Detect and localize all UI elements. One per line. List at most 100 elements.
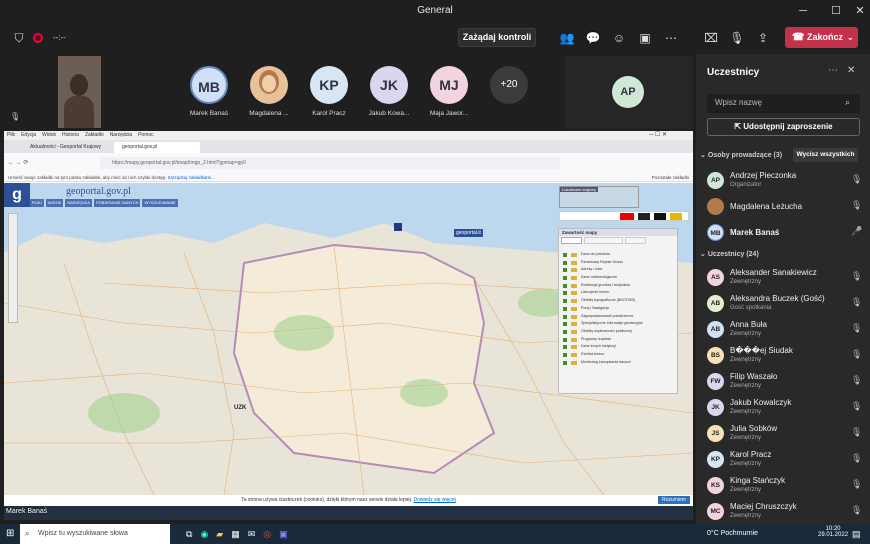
self-video <box>58 56 101 128</box>
overflow-count[interactable]: +20 <box>490 66 528 104</box>
layer-item[interactable]: Ewidencja gruntów i budynków <box>559 282 677 290</box>
chrome-icon[interactable]: ◎ <box>263 529 271 540</box>
bookmark-other[interactable]: Pozostałe zakładki <box>652 175 689 180</box>
participant-row[interactable]: MB Marek Banaś 🎤 <box>706 220 866 246</box>
site-menu-item[interactable]: PLIKI <box>30 199 44 207</box>
share-tray-icon[interactable]: ⇪ <box>754 30 772 46</box>
camera-off-icon[interactable]: ⌧ <box>702 30 720 46</box>
tile-2[interactable]: KP <box>310 66 348 104</box>
attendees-header[interactable]: ⌄ Uczestnicy (24) <box>700 250 759 258</box>
leave-button[interactable]: ☎ Zakończ ⌄ <box>785 27 858 48</box>
mic-off-icon[interactable]: 🎙 <box>728 30 746 46</box>
participant-role: Zewnętrzny <box>730 487 762 493</box>
tab-geoportal[interactable]: geoportal.gov.pl <box>114 142 200 153</box>
participant-row[interactable]: FW Filip Waszało Zewnętrzny 🎙 <box>706 369 866 395</box>
overview-map[interactable]: Lokalizator krajowy <box>559 186 639 208</box>
people-icon[interactable]: 👥 <box>558 30 576 46</box>
cookie-link[interactable]: Dowiedz się więcej <box>414 497 456 503</box>
participant-row[interactable]: JK Jakub Kowalczyk Zewnętrzny 🎙 <box>706 395 866 421</box>
file-explorer-icon[interactable]: ▰ <box>216 529 223 540</box>
menu-item[interactable]: Plik <box>7 132 15 139</box>
mute-all-button[interactable]: Wycisz wszystkich <box>793 148 858 162</box>
close-window-button[interactable]: ✕ <box>850 2 870 20</box>
menu-item[interactable]: Historia <box>62 132 79 139</box>
layer-item[interactable]: Zagospodarowanie przestrzenne <box>559 313 677 321</box>
site-menu-item[interactable]: WYSZUKIWANIE <box>142 199 178 207</box>
teams-icon[interactable]: ▣ <box>279 529 288 540</box>
presenters-header[interactable]: ⌄ Osoby prowadzące (3) <box>700 151 782 159</box>
participant-row[interactable]: AB Anna Buła Zewnętrzny 🎙 <box>706 317 866 343</box>
layer-item[interactable]: Uzbrojenie terenu <box>559 289 677 297</box>
more-icon[interactable]: ⋯ <box>662 30 680 46</box>
participant-row[interactable]: JS Julia Sobków Zewnętrzny 🎙 <box>706 421 866 447</box>
layer-item[interactable]: Dane meteorologiczne <box>559 274 677 282</box>
tile-3[interactable]: JK <box>370 66 408 104</box>
content-tab[interactable]: Legenda <box>624 237 647 244</box>
menu-item[interactable]: Pomoc <box>138 132 154 139</box>
layer-item[interactable]: Monitoring zarządzania danymi <box>559 359 677 367</box>
layer-item[interactable]: Specjalistyczne informacje geodezyjne <box>559 320 677 328</box>
participant-row[interactable]: AB Aleksandra Buczek (Gość) Gość spotkan… <box>706 291 866 317</box>
layer-item[interactable]: Państwowy Rejestr Granic <box>559 259 677 267</box>
layer-item[interactable]: Dane innych instytucji <box>559 343 677 351</box>
minimize-button[interactable]: ─ <box>793 2 813 20</box>
url-bar[interactable]: https://mapy.geoportal.gov.pl/imap/Imgp_… <box>100 157 560 169</box>
chevron-down-icon[interactable]: ⌄ <box>847 27 854 48</box>
layer-item[interactable]: Obiekty topograficzne (BDOT500) <box>559 297 677 305</box>
participant-row[interactable]: KS Kinga Stańczyk Zewnętrzny 🎙 <box>706 473 866 499</box>
search-icon[interactable]: ⌕ <box>845 97 850 108</box>
tab-news[interactable]: Aktualności - Geoportal Krajowy <box>26 142 112 153</box>
map-action-bar[interactable] <box>559 211 689 221</box>
layer-item[interactable]: Rzeźba terenu <box>559 351 677 359</box>
participant-search-input[interactable]: Wpisz nazwę <box>707 94 860 113</box>
bookmark-link[interactable]: Zarządzaj zakładkami... <box>168 175 215 180</box>
participant-row[interactable]: BS B���ej Siudak Zewnętrzny 🎙 <box>706 343 866 369</box>
taskbar-search-input[interactable]: Wpisz tu wyszukiwane słowa <box>20 524 170 544</box>
share-invite-button[interactable]: ⇱ Udostępnij zaproszenie <box>707 118 860 136</box>
maximize-button[interactable]: ☐ <box>826 2 846 20</box>
layer-item[interactable]: Obiekty użyteczności publicznej <box>559 328 677 336</box>
more-icon[interactable]: ⋯ <box>828 65 838 76</box>
map-content-panel[interactable]: Zawartość mapy Warstwy Dostępne warstwy … <box>558 228 678 394</box>
map-tools[interactable] <box>8 213 18 323</box>
notifications-icon[interactable]: ▤ <box>852 529 861 540</box>
tile-0[interactable]: MB <box>190 66 228 104</box>
cookie-accept-button[interactable]: Rozumiem <box>658 496 690 504</box>
layer-item[interactable]: Programy rządowe <box>559 336 677 344</box>
site-menu-item[interactable]: WIDOK <box>45 199 64 207</box>
participant-role: Zewnętrzny <box>730 331 762 337</box>
participant-row[interactable]: AP Andrzej Pieczonka Organizator 🎙 <box>706 168 866 194</box>
participant-row[interactable]: AS Aleksander Sanakiewicz Zewnętrzny 🎙 <box>706 265 866 291</box>
participant-row[interactable]: Magdalena Leżucha 🎙 <box>706 194 866 220</box>
participant-row[interactable]: KP Karol Pracz Zewnętrzny 🎙 <box>706 447 866 473</box>
taskbar-apps[interactable]: ⧉ ◉ ▰ ▦ ✉ ◎ ▣ <box>186 529 288 540</box>
clock[interactable]: 10:20 29.01.2022 <box>818 526 848 538</box>
reactions-icon[interactable]: ☺ <box>610 30 628 46</box>
edge-icon[interactable]: ◉ <box>200 529 208 540</box>
participant-row[interactable]: MC Maciej Chruszczyk Zewnętrzny 🎙 <box>706 499 866 525</box>
layer-item[interactable]: Adresy i ulice <box>559 266 677 274</box>
site-menu-item[interactable]: NARZĘDZIA <box>65 199 93 207</box>
content-tab[interactable]: Warstwy <box>561 237 583 244</box>
layer-item[interactable]: Porty i Nawigacja <box>559 305 677 313</box>
nav-buttons[interactable]: ← → ⟳ <box>8 159 28 166</box>
mail-icon[interactable]: ✉ <box>248 529 256 540</box>
site-menu-item[interactable]: POBIERANIE DANYCH <box>94 199 141 207</box>
task-view-icon[interactable]: ⧉ <box>186 529 192 540</box>
store-icon[interactable]: ▦ <box>231 529 240 540</box>
tile-4[interactable]: MJ <box>430 66 468 104</box>
geoportal-logo-icon[interactable]: g <box>4 183 30 207</box>
windows-start-icon[interactable]: ⊞ <box>6 529 14 539</box>
menu-item[interactable]: Narzędzia <box>110 132 133 139</box>
chat-icon[interactable]: 💬 <box>584 30 602 46</box>
rooms-icon[interactable]: ▣ <box>636 30 654 46</box>
layer-item[interactable]: Dane do pobrania <box>559 251 677 259</box>
tile-1-photo[interactable] <box>250 66 288 104</box>
weather-text[interactable]: 0°C Pochmurnie <box>707 530 758 537</box>
menu-item[interactable]: Widok <box>42 132 56 139</box>
close-icon[interactable]: ✕ <box>847 65 855 76</box>
menu-item[interactable]: Edycja <box>21 132 36 139</box>
content-tab[interactable]: Dostępne warstwy <box>584 237 623 244</box>
request-control-button[interactable]: Zażądaj kontroli <box>458 28 536 47</box>
menu-item[interactable]: Zakładki <box>85 132 104 139</box>
